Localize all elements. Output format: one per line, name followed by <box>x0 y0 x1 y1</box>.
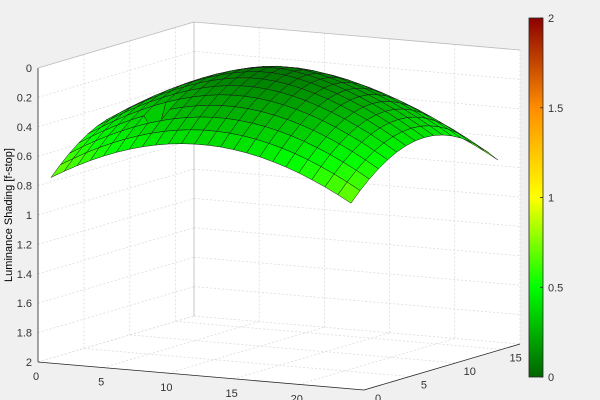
z-tick-label: 0.8 <box>17 181 32 193</box>
z-tick-label: 1.2 <box>17 239 32 251</box>
z-tick-label: 1.4 <box>17 269 32 281</box>
x-tick-label: 0 <box>33 371 39 383</box>
surface-chart: 051015202505101500.20.40.60.811.21.41.61… <box>0 0 600 400</box>
z-axis-label: Luminance Shading [f-stop] <box>3 148 15 282</box>
colorbar-tick-label: 0.5 <box>548 282 563 294</box>
z-tick-label: 0.4 <box>17 122 32 134</box>
x-tick-label: 15 <box>225 388 237 400</box>
colorbar-tick-label: 2 <box>548 13 554 25</box>
y-tick-label: 10 <box>464 366 476 378</box>
z-tick-label: 1.8 <box>17 328 32 340</box>
z-tick-label: 0 <box>26 63 32 75</box>
y-tick-label: 0 <box>375 393 381 400</box>
x-tick-label: 20 <box>291 393 303 400</box>
x-tick-label: 10 <box>160 382 172 394</box>
x-tick-label: 5 <box>98 377 104 389</box>
z-tick-label: 2 <box>26 357 32 369</box>
z-tick-label: 0.6 <box>17 151 32 163</box>
z-tick-label: 1 <box>26 210 32 222</box>
y-tick-label: 5 <box>421 380 427 392</box>
figure: 051015202505101500.20.40.60.811.21.41.61… <box>0 0 600 400</box>
y-tick-label: 15 <box>509 352 521 364</box>
colorbar-tick-label: 1.5 <box>548 103 563 115</box>
z-tick-label: 0.2 <box>17 92 32 104</box>
colorbar-tick-label: 1 <box>548 193 554 205</box>
colorbar-tick-label: 0 <box>548 372 554 384</box>
z-tick-label: 1.6 <box>17 298 32 310</box>
